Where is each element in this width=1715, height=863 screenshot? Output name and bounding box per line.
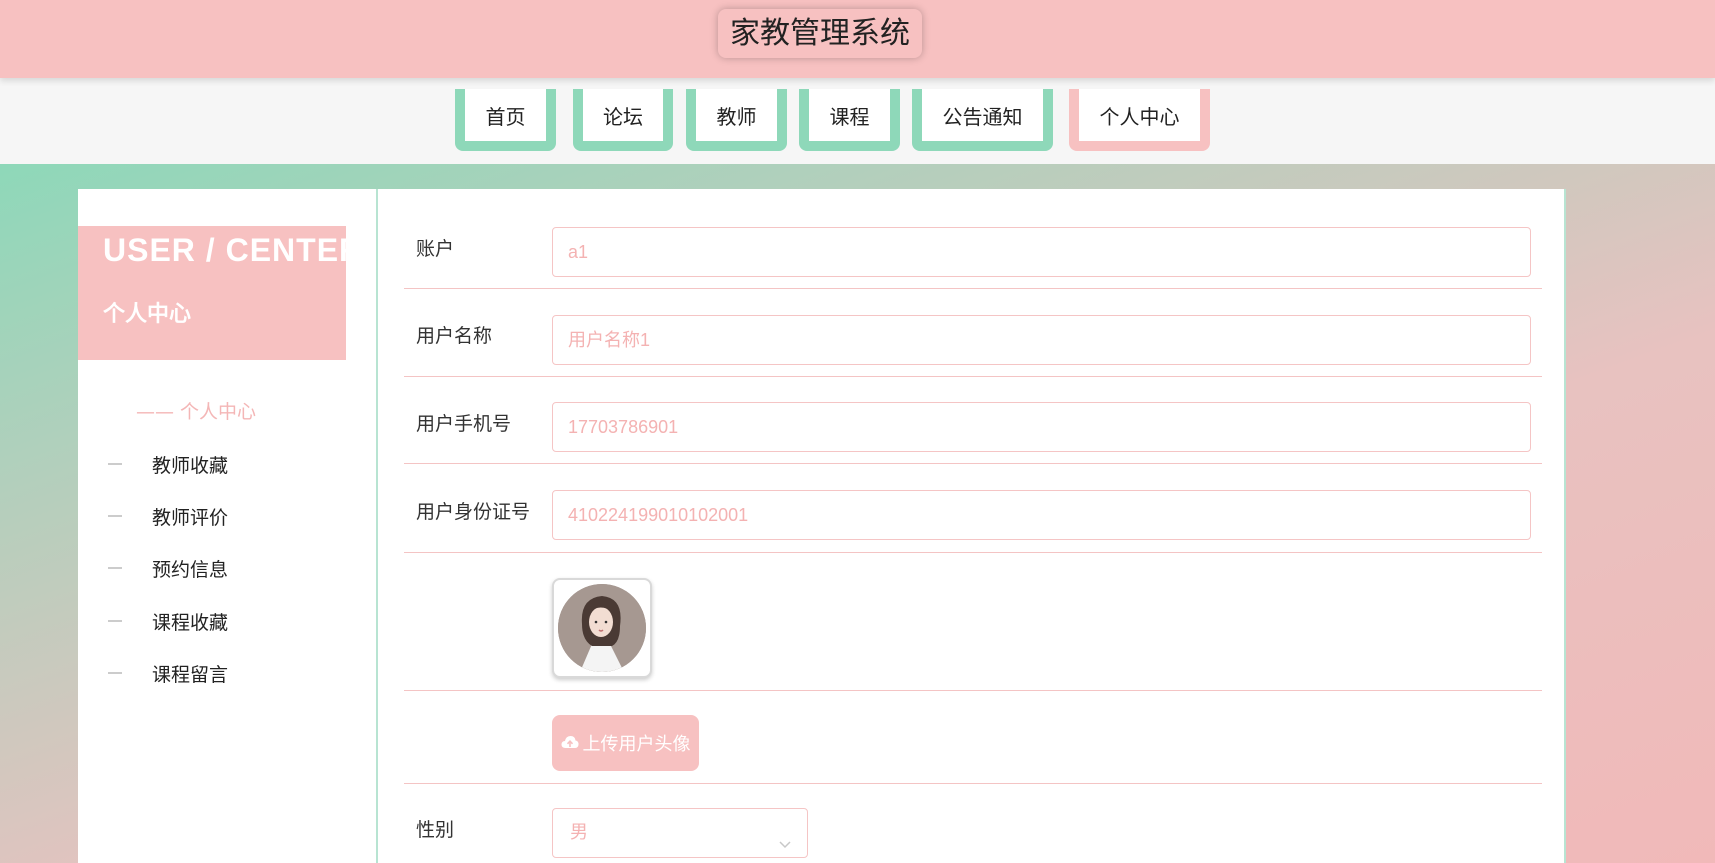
dash-icon <box>108 620 122 622</box>
nav-personal-center[interactable]: 个人中心 <box>1069 89 1210 151</box>
profile-form: 账户 a1 用户名称 用户名称1 用户手机号 17703786901 用户身份证… <box>376 189 1566 863</box>
phone-field[interactable]: 17703786901 <box>552 402 1531 452</box>
account-field[interactable]: a1 <box>552 227 1531 277</box>
dash-icon <box>108 463 122 465</box>
cloud-upload-icon <box>561 733 579 754</box>
phone-label: 用户手机号 <box>416 413 512 435</box>
form-row-upload: 上传用户头像 <box>404 691 1542 784</box>
sidebar-item-label: 课程留言 <box>152 663 229 686</box>
sidebar-item-label: 课程收藏 <box>152 611 229 634</box>
id-card-field[interactable]: 410224199010102001 <box>552 490 1531 540</box>
nav-announcements[interactable]: 公告通知 <box>912 89 1053 151</box>
sidebar: USER / CENTER 个人中心 —— 个人中心 教师收藏 教师评价 预约信… <box>78 189 376 863</box>
form-row-id-card: 用户身份证号 410224199010102001 <box>404 464 1542 553</box>
form-row-avatar <box>404 553 1542 691</box>
sidebar-item-course-favorites[interactable]: 课程收藏 <box>108 606 228 636</box>
sidebar-header: USER / CENTER 个人中心 <box>78 226 362 360</box>
gender-label: 性别 <box>416 819 455 841</box>
nav-personal-center-label: 个人中心 <box>1079 89 1200 141</box>
nav-announcements-label: 公告通知 <box>922 89 1043 141</box>
sidebar-item-label: 教师收藏 <box>152 454 229 477</box>
form-row-username: 用户名称 用户名称1 <box>404 289 1542 377</box>
avatar-portrait-icon <box>558 584 646 672</box>
sidebar-item-label: 教师评价 <box>152 506 229 529</box>
chevron-down-icon <box>777 823 793 863</box>
id-card-label: 用户身份证号 <box>416 501 531 523</box>
nav-home-label: 首页 <box>465 89 546 141</box>
nav-forum-label: 论坛 <box>583 89 663 141</box>
nav-teachers[interactable]: 教师 <box>686 89 787 151</box>
header-bar: 家教管理系统 <box>0 0 1715 78</box>
avatar <box>552 578 652 678</box>
sidebar-item-course-messages[interactable]: 课程留言 <box>108 658 228 688</box>
dash-icon <box>108 672 122 674</box>
form-row-phone: 用户手机号 17703786901 <box>404 377 1542 464</box>
nav-forum[interactable]: 论坛 <box>573 89 673 151</box>
sidebar-item-bookings[interactable]: 预约信息 <box>108 553 228 583</box>
site-title: 家教管理系统 <box>718 9 922 58</box>
dash-icon <box>108 567 122 569</box>
sidebar-title-cn: 个人中心 <box>103 302 192 327</box>
nav-home[interactable]: 首页 <box>455 89 556 151</box>
nav-teachers-label: 教师 <box>696 89 777 141</box>
account-label: 账户 <box>416 238 455 260</box>
nav-courses-label: 课程 <box>809 89 890 141</box>
gender-select-value: 男 <box>570 822 588 843</box>
form-row-account: 账户 a1 <box>404 189 1542 289</box>
gender-select[interactable]: 男 <box>552 808 808 858</box>
avatar-image <box>558 584 646 672</box>
dash-icon <box>108 515 122 517</box>
sidebar-item-teacher-favorites[interactable]: 教师收藏 <box>108 449 228 479</box>
sidebar-item-teacher-reviews[interactable]: 教师评价 <box>108 501 228 531</box>
nav-courses[interactable]: 课程 <box>799 89 900 151</box>
username-field[interactable]: 用户名称1 <box>552 315 1531 365</box>
main-nav: 首页 论坛 教师 课程 公告通知 个人中心 <box>0 78 1715 164</box>
sidebar-title-en: USER / CENTER <box>103 232 364 268</box>
upload-avatar-label: 上传用户头像 <box>582 734 691 755</box>
sidebar-item-label: 预约信息 <box>152 558 229 581</box>
sidebar-item-personal-center[interactable]: —— 个人中心 <box>136 397 256 424</box>
upload-avatar-button[interactable]: 上传用户头像 <box>552 715 699 771</box>
username-label: 用户名称 <box>416 325 493 347</box>
form-row-gender: 性别 男 <box>404 784 1542 863</box>
